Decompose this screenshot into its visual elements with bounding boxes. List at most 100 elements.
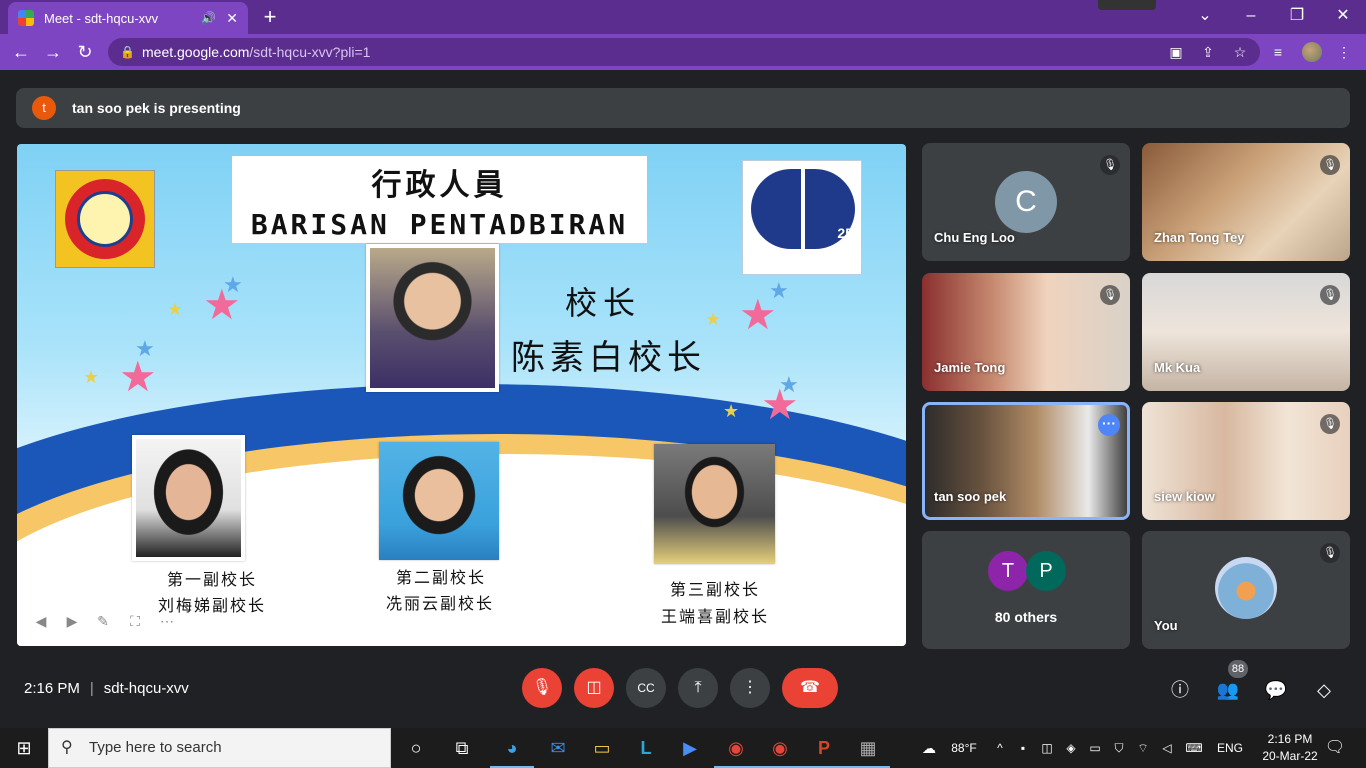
keyboard-icon[interactable]: ⌨ bbox=[1180, 728, 1208, 768]
participant-tile[interactable]: 🎙 Zhan Tong Tey bbox=[1142, 143, 1350, 261]
volume-icon[interactable]: ◁ bbox=[1156, 728, 1178, 768]
chrome-profile-icon[interactable]: ◉ bbox=[758, 728, 802, 768]
language-indicator[interactable]: ENG bbox=[1212, 728, 1248, 768]
taskbar-time: 2:16 PM bbox=[1267, 732, 1313, 746]
search-icon: ⚲ bbox=[61, 739, 73, 756]
mail-icon[interactable]: ✉ bbox=[536, 728, 580, 768]
weather-icon[interactable]: ☁ bbox=[914, 728, 944, 768]
more-options-button[interactable]: ⋮ bbox=[730, 668, 770, 708]
profile-avatar[interactable] bbox=[1302, 42, 1322, 62]
participant-tile[interactable]: 🎙 Jamie Tong bbox=[922, 273, 1130, 391]
activities-icon[interactable]: ◇ bbox=[1312, 678, 1336, 702]
browser-toolbar: ← → ↻ 🔒 meet.google.com/sdt-hqcu-xvv?pli… bbox=[0, 34, 1366, 70]
battery-icon[interactable]: ▭ bbox=[1084, 728, 1106, 768]
vp1-photo bbox=[132, 435, 245, 561]
mic-off-button[interactable]: 🎙 bbox=[522, 668, 562, 708]
vp3-photo bbox=[654, 444, 775, 564]
others-tile[interactable]: T P 80 others bbox=[922, 531, 1130, 649]
star-decoration: ★ bbox=[705, 309, 722, 329]
slide-title-zh: 行政人員 bbox=[371, 168, 508, 203]
file-explorer-icon[interactable]: ▭ bbox=[580, 728, 624, 768]
meeting-time: 2:16 PM bbox=[24, 680, 80, 697]
pen-icon[interactable]: ✎ bbox=[92, 610, 114, 632]
present-button[interactable]: ⤒ bbox=[678, 668, 718, 708]
more-options-icon[interactable]: ··· bbox=[1098, 414, 1120, 436]
slide-next-icon[interactable]: ▶ bbox=[61, 610, 83, 632]
captions-button[interactable]: CC bbox=[626, 668, 666, 708]
others-avatar: P bbox=[1026, 551, 1066, 591]
bookmark-star-icon[interactable]: ☆ bbox=[1230, 42, 1250, 62]
participant-tile[interactable]: C 🎙 Chu Eng Loo bbox=[922, 143, 1130, 261]
chat-icon[interactable]: 💬 bbox=[1264, 678, 1288, 702]
participant-name: Zhan Tong Tey bbox=[1154, 230, 1245, 245]
vp3-name: 王端喜副校长 bbox=[661, 607, 770, 626]
ts25-number: 25 bbox=[837, 225, 853, 241]
browser-tab[interactable]: Meet - sdt-hqcu-xvv 🔊 ✕ bbox=[8, 2, 248, 34]
restore-button[interactable]: ❐ bbox=[1274, 0, 1320, 34]
vp2-photo bbox=[379, 442, 499, 560]
star-decoration: ★ bbox=[769, 278, 789, 303]
people-icon[interactable]: 👥 bbox=[1216, 678, 1240, 702]
self-avatar bbox=[1215, 557, 1277, 619]
participant-tile[interactable]: 🎙 siew kiow bbox=[1142, 402, 1350, 520]
tray-app-icon[interactable]: ◈ bbox=[1060, 728, 1082, 768]
powerpoint-icon[interactable]: P bbox=[802, 728, 846, 768]
browser-tabstrip: Meet - sdt-hqcu-xvv 🔊 ✕ + ⌄ – ❐ ✕ bbox=[0, 0, 1366, 34]
participant-avatar: C bbox=[995, 171, 1057, 233]
menu-icon[interactable]: ⋮ bbox=[1334, 42, 1354, 62]
back-icon[interactable]: ← bbox=[8, 40, 34, 64]
lock-icon[interactable]: 🔒 bbox=[120, 38, 135, 66]
presentation-slide[interactable]: 行政人員 BARISAN PENTADBIRAN 25 ★ ★ ★ ★ ★ ★ … bbox=[17, 144, 906, 646]
notifications-icon[interactable]: 🗨 bbox=[1320, 728, 1350, 768]
participant-name: Jamie Tong bbox=[934, 360, 1006, 375]
extension-indicator bbox=[1098, 0, 1156, 10]
windows-start-icon[interactable]: ⊞ bbox=[0, 728, 48, 768]
close-window-button[interactable]: ✕ bbox=[1320, 0, 1366, 34]
chrome-icon[interactable]: ◉ bbox=[714, 728, 758, 768]
speaker-icon[interactable]: 🔊 bbox=[201, 11, 216, 25]
presenting-text: tan soo pek is presenting bbox=[72, 100, 241, 116]
zoom-app-icon[interactable]: ▶ bbox=[668, 728, 712, 768]
tab-search-icon[interactable]: ⌄ bbox=[1182, 0, 1228, 34]
app-l-icon[interactable]: L bbox=[624, 728, 668, 768]
leave-call-button[interactable]: ☎ bbox=[782, 668, 838, 708]
new-tab-button[interactable]: + bbox=[258, 4, 282, 30]
weather-temp[interactable]: 88°F bbox=[944, 728, 984, 768]
share-icon[interactable]: ⇪ bbox=[1198, 42, 1218, 62]
meeting-details-icon[interactable]: ⓘ bbox=[1168, 678, 1192, 702]
cortana-icon[interactable]: ○ bbox=[394, 728, 438, 768]
principal-photo bbox=[366, 244, 499, 392]
forward-icon[interactable]: → bbox=[40, 40, 66, 64]
tab-close-icon[interactable]: ✕ bbox=[226, 10, 238, 27]
media-control-icon[interactable]: ≡ bbox=[1268, 42, 1288, 62]
participant-tile[interactable]: 🎙 Mk Kua bbox=[1142, 273, 1350, 391]
zoom-icon[interactable]: ⛶ bbox=[124, 610, 146, 632]
camera-off-button[interactable]: ◫ bbox=[574, 668, 614, 708]
camera-blocked-icon[interactable]: ▣ bbox=[1166, 42, 1186, 62]
wifi-icon[interactable]: ⌔ bbox=[1132, 728, 1154, 768]
security-icon[interactable]: ⛉ bbox=[1108, 728, 1130, 768]
task-view-icon[interactable]: ⧉ bbox=[440, 728, 484, 768]
meet-favicon-icon bbox=[18, 10, 34, 26]
participant-name: You bbox=[1154, 618, 1178, 633]
taskbar-search[interactable]: ⚲ Type here to search bbox=[48, 728, 391, 768]
vp3-role: 第三副校长 bbox=[670, 580, 761, 599]
tray-app-icon[interactable]: ▪ bbox=[1012, 728, 1034, 768]
photos-icon[interactable]: ▦ bbox=[846, 728, 890, 768]
minimize-button[interactable]: – bbox=[1228, 0, 1274, 34]
slide-prev-icon[interactable]: ◀ bbox=[30, 610, 52, 632]
star-decoration: ★ bbox=[135, 336, 155, 361]
mic-off-icon: 🎙 bbox=[1100, 155, 1120, 175]
participant-name: Mk Kua bbox=[1154, 360, 1201, 375]
slide-more-icon[interactable]: ⋯ bbox=[156, 610, 178, 632]
address-bar[interactable]: 🔒 meet.google.com/sdt-hqcu-xvv?pli=1 bbox=[108, 38, 1260, 66]
slide-title-ms: BARISAN PENTADBIRAN bbox=[250, 208, 629, 241]
tray-app-icon[interactable]: ◫ bbox=[1036, 728, 1058, 768]
self-tile[interactable]: 🎙 You bbox=[1142, 531, 1350, 649]
url-path: /sdt-hqcu-xvv?pli=1 bbox=[249, 44, 371, 60]
tray-chevron-icon[interactable]: ^ bbox=[990, 728, 1010, 768]
edge-icon[interactable]: ◕ bbox=[490, 728, 534, 768]
reload-icon[interactable]: ↻ bbox=[72, 40, 98, 64]
taskbar-clock[interactable]: 2:16 PM 20-Mar-22 bbox=[1258, 731, 1322, 765]
presenter-tile[interactable]: ··· tan soo pek bbox=[922, 402, 1130, 520]
